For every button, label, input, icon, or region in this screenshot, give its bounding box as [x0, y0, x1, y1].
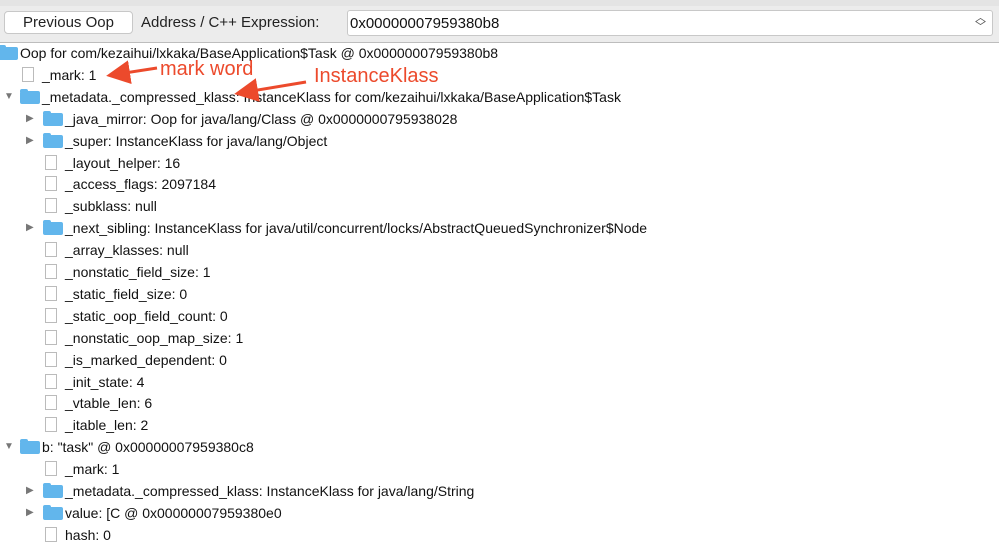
arrow-mark-word — [106, 60, 158, 85]
arrow-instance-klass — [234, 78, 307, 102]
annotation-arrows — [106, 60, 307, 102]
